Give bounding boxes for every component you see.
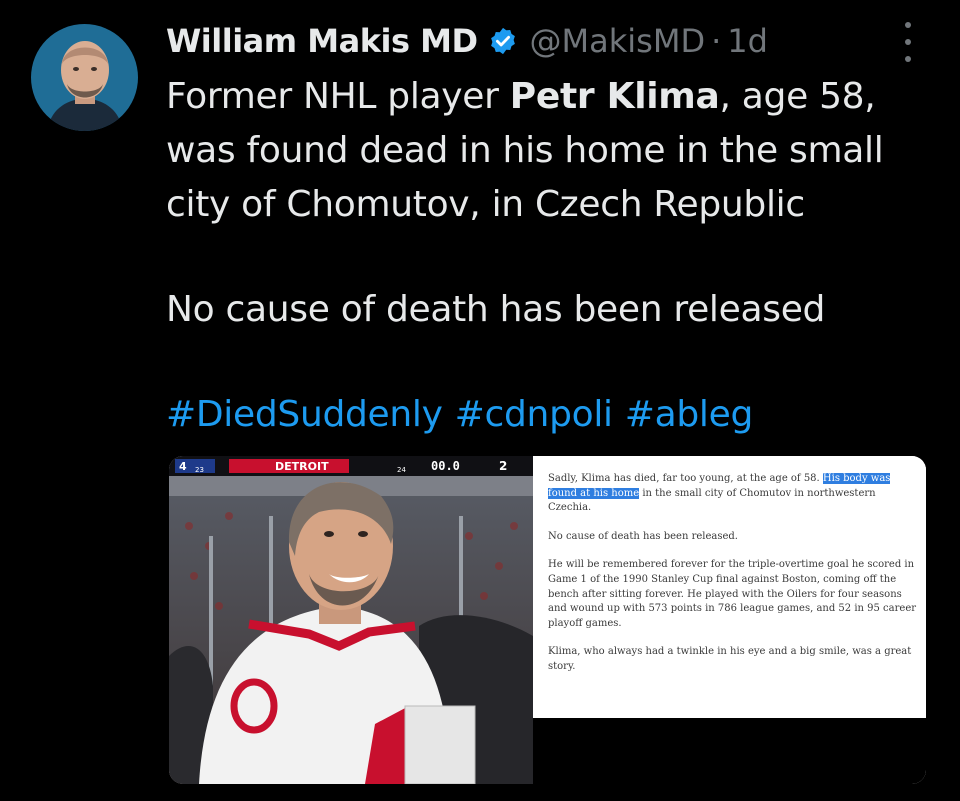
score-clock: 00.0	[431, 459, 460, 473]
tweet-media[interactable]: 4 23 DETROIT 24 00.0 2 Sadly, Klima has …	[169, 456, 926, 784]
article-excerpt: Sadly, Klima has died, far too young, at…	[533, 456, 926, 718]
article-paragraph-1: Sadly, Klima has died, far too young, at…	[548, 473, 891, 514]
media-blank-area	[533, 718, 926, 784]
hashtag-ableg[interactable]: #ableg	[625, 394, 754, 435]
tweet-line-1: Former NHL player Petr Klima, age 58,	[166, 76, 876, 117]
tweet-line-3: city of Chomutov, in Czech Republic	[166, 184, 805, 225]
user-handle[interactable]: @MakisMD	[530, 22, 706, 60]
hockey-player-photo: 4 23 DETROIT 24 00.0 2	[169, 456, 533, 784]
hashtag-diedsuddenly[interactable]: #DiedSuddenly	[166, 394, 443, 435]
score-period-small: 24	[397, 466, 406, 474]
score-left: 4	[179, 460, 187, 473]
player-name: Petr Klima	[509, 76, 720, 117]
more-options-icon[interactable]	[896, 22, 920, 62]
separator-dot: ·	[711, 22, 722, 60]
avatar[interactable]	[31, 24, 138, 131]
tweet-line-2: was found dead in his home in the small	[166, 130, 884, 171]
score-team: DETROIT	[275, 460, 329, 473]
tweet-text: Former NHL player Petr Klima, age 58, wa…	[166, 70, 926, 442]
display-name[interactable]: William Makis MD	[166, 22, 478, 60]
profile-photo	[31, 24, 138, 131]
article-paragraph-4: Klima, who always had a twinkle in his e…	[548, 646, 912, 672]
verified-badge-icon	[488, 26, 518, 56]
score-left-small: 23	[195, 466, 204, 474]
hashtag-cdnpoli[interactable]: #cdnpoli	[455, 394, 613, 435]
timestamp[interactable]: 1d	[727, 22, 768, 60]
article-paragraph-2: No cause of death has been released.	[548, 530, 738, 542]
hashtags: #DiedSuddenly #cdnpoli #ableg	[166, 388, 926, 442]
tweet-header: William Makis MD @MakisMD · 1d	[166, 14, 768, 68]
article-paragraph-3: He will be remembered forever for the tr…	[548, 559, 917, 629]
score-period: 2	[499, 459, 507, 473]
tweet-line-4: No cause of death has been released	[166, 289, 826, 330]
